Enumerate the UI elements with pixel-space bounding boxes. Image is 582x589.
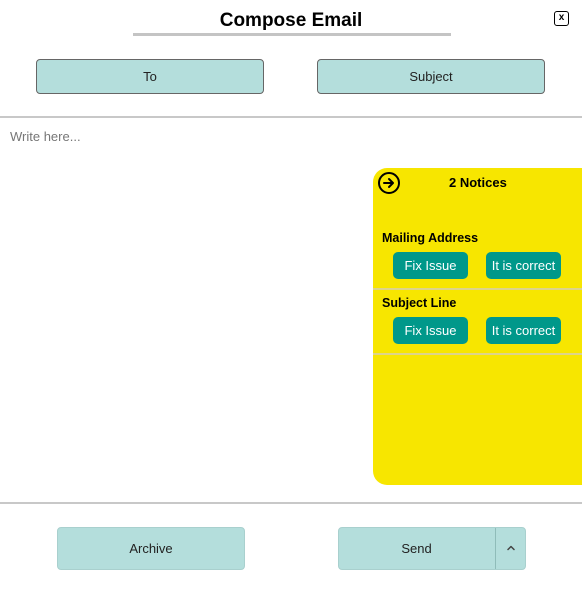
message-body-input[interactable]: Write here... — [10, 129, 81, 144]
bottom-divider — [0, 502, 582, 504]
it-is-correct-button[interactable]: It is correct — [486, 252, 561, 279]
notice-divider — [373, 288, 582, 290]
it-is-correct-button[interactable]: It is correct — [486, 317, 561, 344]
send-button[interactable]: Send — [338, 527, 526, 570]
to-button[interactable]: To — [36, 59, 264, 94]
subject-button[interactable]: Subject — [317, 59, 545, 94]
close-button[interactable]: x — [554, 11, 569, 26]
page-title: Compose Email — [219, 10, 363, 31]
top-divider — [0, 116, 582, 118]
notice-divider — [373, 353, 582, 355]
fix-issue-button[interactable]: Fix Issue — [393, 317, 468, 344]
archive-button[interactable]: Archive — [57, 527, 245, 570]
chevron-up-icon[interactable] — [505, 542, 517, 554]
notices-count: 2 Notices — [449, 175, 507, 190]
notice-title-subject-line: Subject Line — [382, 296, 457, 310]
fix-issue-button[interactable]: Fix Issue — [393, 252, 468, 279]
arrow-right-icon[interactable] — [378, 172, 400, 194]
notice-title-mailing-address: Mailing Address — [382, 231, 479, 245]
send-split-divider — [495, 528, 496, 569]
title-underline — [133, 33, 451, 36]
notices-panel: 2 Notices Mailing Address Fix Issue It i… — [373, 168, 582, 485]
